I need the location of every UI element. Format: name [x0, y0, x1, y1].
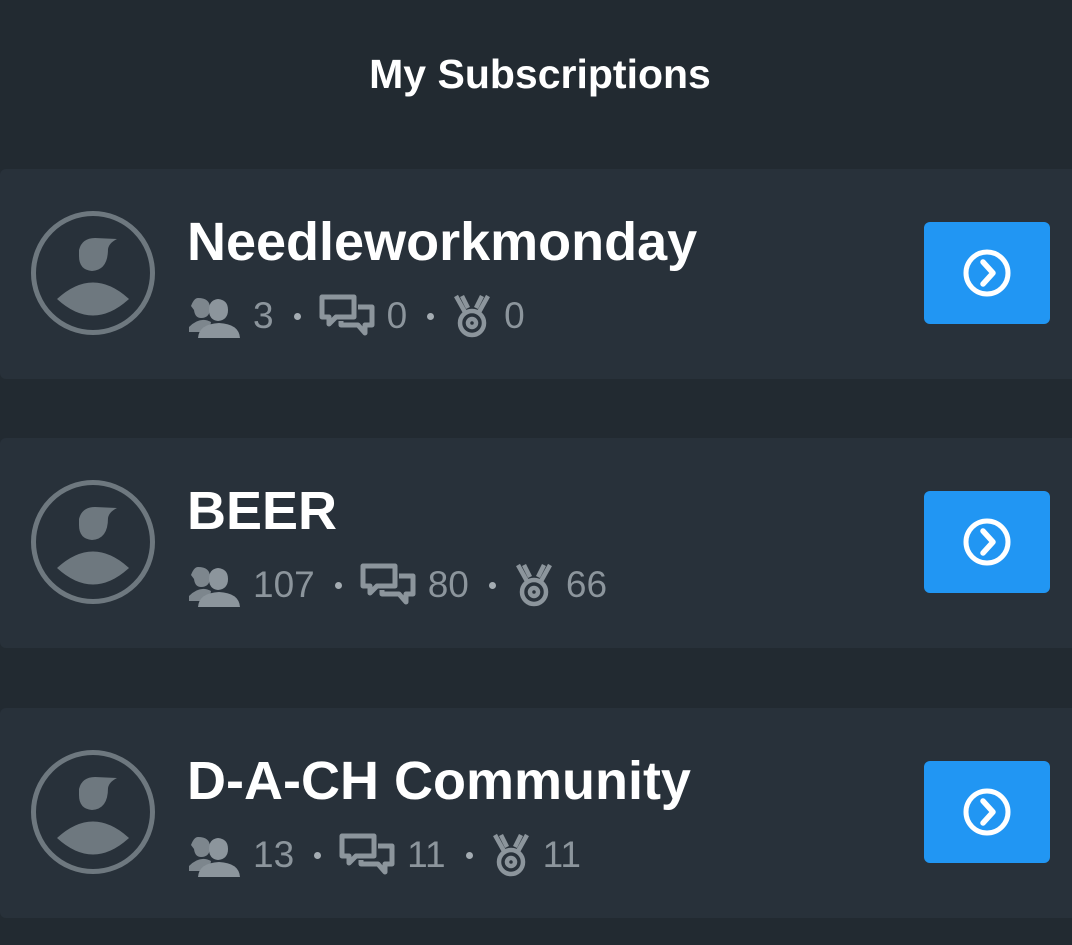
- posts-count: 11: [407, 834, 446, 875]
- separator-dot: [293, 312, 301, 320]
- separator-dot: [334, 581, 342, 589]
- subscription-name: BEER: [187, 481, 338, 541]
- chat-bubbles-icon: [339, 833, 395, 877]
- separator-dot: [465, 851, 473, 859]
- members-icon: [185, 833, 241, 877]
- medal-icon: [452, 294, 492, 338]
- subscription-stats: 3 0 0: [185, 289, 525, 343]
- subscription-card[interactable]: BEER 107 80 66: [0, 438, 1072, 648]
- badges-count: 66: [565, 564, 608, 605]
- members-count: 3: [253, 295, 274, 336]
- user-avatar-icon: [30, 210, 156, 336]
- subscription-name: D-A-CH Community: [187, 751, 691, 811]
- subscription-stats: 13 11 11: [185, 828, 581, 882]
- chevron-right-circle-icon: [962, 248, 1012, 298]
- medal-icon: [514, 563, 554, 607]
- chevron-right-circle-icon: [962, 517, 1012, 567]
- members-icon: [185, 563, 241, 607]
- subscription-card[interactable]: D-A-CH Community 13 11 11: [0, 708, 1072, 918]
- separator-dot: [488, 581, 496, 589]
- open-subscription-button[interactable]: [924, 222, 1050, 324]
- posts-count: 80: [427, 564, 469, 605]
- separator-dot: [427, 312, 435, 320]
- chevron-right-circle-icon: [962, 787, 1012, 837]
- page-title: My Subscriptions: [369, 51, 711, 97]
- members-icon: [185, 294, 241, 338]
- chat-bubbles-icon: [360, 563, 416, 607]
- user-avatar-icon: [30, 479, 156, 605]
- subscriptions-screen: My Subscriptions Needleworkmonday 3 0 0 …: [0, 0, 1072, 945]
- subscription-card[interactable]: Needleworkmonday 3 0 0: [0, 169, 1072, 379]
- badges-count: 11: [542, 834, 581, 875]
- chat-bubbles-icon: [319, 294, 375, 338]
- members-count: 107: [253, 564, 315, 605]
- separator-dot: [314, 851, 322, 859]
- medal-icon: [491, 833, 531, 877]
- posts-count: 0: [386, 295, 408, 336]
- open-subscription-button[interactable]: [924, 761, 1050, 863]
- members-count: 13: [253, 834, 295, 875]
- open-subscription-button[interactable]: [924, 491, 1050, 593]
- subscription-name: Needleworkmonday: [187, 212, 698, 272]
- badges-count: 0: [504, 295, 525, 336]
- subscription-stats: 107 80 66: [185, 558, 607, 612]
- user-avatar-icon: [30, 749, 156, 875]
